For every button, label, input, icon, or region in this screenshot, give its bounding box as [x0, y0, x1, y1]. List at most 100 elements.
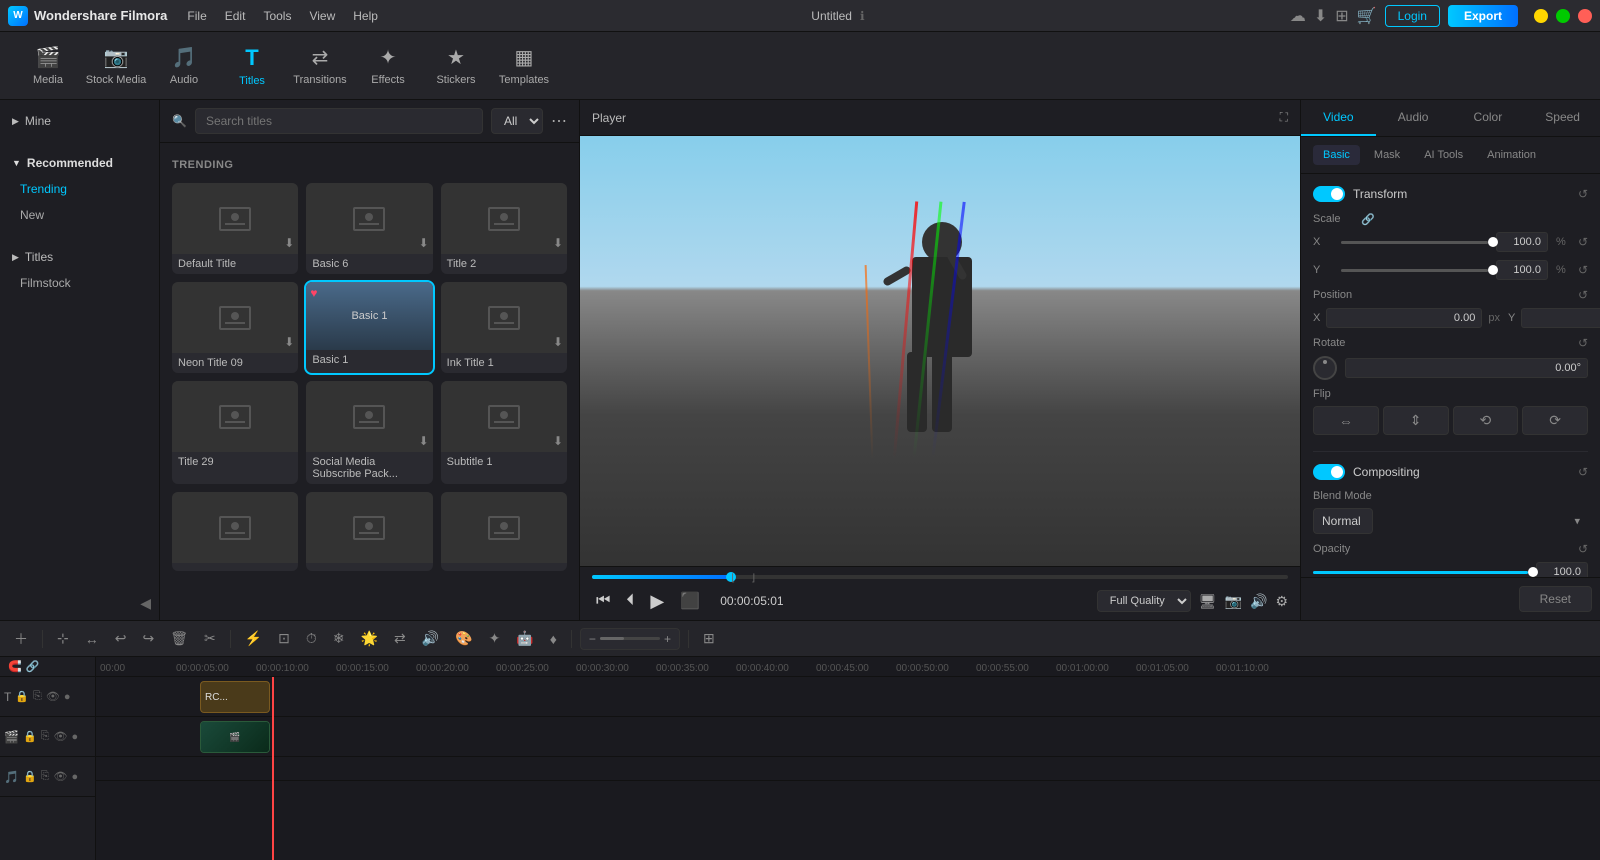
position-reset-icon[interactable]: ↺: [1578, 288, 1588, 302]
menu-tools[interactable]: Tools: [255, 7, 299, 25]
volume-icon[interactable]: 🔊: [1250, 593, 1267, 610]
opacity-value[interactable]: 100.0: [1536, 562, 1588, 577]
menu-file[interactable]: File: [179, 7, 214, 25]
title-card-neon-title-09[interactable]: ⬇ Neon Title 09: [172, 282, 298, 373]
title-card-default-title[interactable]: ⬇ Default Title: [172, 183, 298, 274]
toolbar-stickers[interactable]: ★ Stickers: [424, 38, 488, 94]
toolbar-stock-media[interactable]: 📷 Stock Media: [84, 38, 148, 94]
zoom-plus-icon[interactable]: +: [664, 632, 671, 646]
search-input[interactable]: [195, 108, 483, 134]
blend-mode-select[interactable]: Normal Multiply Screen Overlay: [1313, 508, 1373, 534]
tl-effect-button[interactable]: 🌟: [355, 626, 384, 651]
tl-undo-button[interactable]: ↩: [109, 626, 133, 651]
snap-icon[interactable]: 🧲: [8, 660, 22, 673]
tl-ripple-button[interactable]: ↔: [79, 627, 105, 651]
subtab-ai-tools[interactable]: AI Tools: [1414, 145, 1473, 165]
close-button[interactable]: [1578, 9, 1592, 23]
title-card-extra-2[interactable]: [306, 492, 432, 571]
tab-audio[interactable]: Audio: [1376, 100, 1451, 136]
sidebar-item-new[interactable]: New: [0, 202, 159, 228]
scale-x-value[interactable]: 100.0: [1496, 232, 1548, 252]
title-lock-icon[interactable]: 🔒: [15, 690, 29, 703]
stop-button[interactable]: ⬛: [676, 587, 704, 615]
rotate-reset-icon[interactable]: ↺: [1578, 336, 1588, 350]
sidebar-header-mine[interactable]: ▶ Mine: [0, 108, 159, 134]
maximize-button[interactable]: [1556, 9, 1570, 23]
scale-y-value[interactable]: 100.0: [1496, 260, 1548, 280]
toolbar-templates[interactable]: ▦ Templates: [492, 38, 556, 94]
title-card-extra-1[interactable]: [172, 492, 298, 571]
subtab-animation[interactable]: Animation: [1477, 145, 1546, 165]
title-eye-icon[interactable]: 👁: [46, 690, 60, 703]
export-button[interactable]: Export: [1448, 5, 1518, 27]
title-card-basic-6[interactable]: ⬇ Basic 6: [306, 183, 432, 274]
opacity-reset-icon[interactable]: ↺: [1578, 542, 1588, 556]
menu-edit[interactable]: Edit: [217, 7, 254, 25]
tl-crop-button[interactable]: ⊡: [272, 626, 296, 651]
toolbar-titles[interactable]: T Titles: [220, 38, 284, 94]
tl-cut-button[interactable]: ✂: [198, 626, 222, 651]
title-card-title-29[interactable]: Title 29: [172, 381, 298, 484]
title-card-title-2[interactable]: ⬇ Title 2: [441, 183, 567, 274]
minimize-button[interactable]: [1534, 9, 1548, 23]
tl-layout-button[interactable]: ⊞: [697, 626, 721, 651]
menu-help[interactable]: Help: [345, 7, 386, 25]
step-back-button[interactable]: ⏴: [622, 588, 638, 614]
tab-speed[interactable]: Speed: [1525, 100, 1600, 136]
subtab-basic[interactable]: Basic: [1313, 145, 1360, 165]
title-card-basic-1[interactable]: Basic 1 ♥ Basic 1: [306, 282, 432, 373]
sidebar-header-recommended[interactable]: ▼ Recommended: [0, 150, 159, 176]
collapse-sidebar-icon[interactable]: ◀: [140, 595, 151, 612]
audio-solo-icon[interactable]: ●: [71, 771, 78, 783]
flip-tl-button[interactable]: ⟲: [1453, 406, 1519, 435]
tl-select-button[interactable]: ⊹: [51, 626, 75, 651]
subtab-mask[interactable]: Mask: [1364, 145, 1410, 165]
transform-toggle[interactable]: [1313, 186, 1345, 202]
skip-back-button[interactable]: ⏮: [592, 588, 614, 614]
sidebar-item-filmstock[interactable]: Filmstock: [0, 270, 159, 296]
quality-select[interactable]: Full Quality: [1097, 590, 1191, 612]
toolbar-effects[interactable]: ✦ Effects: [356, 38, 420, 94]
clip-video[interactable]: 🎬: [200, 721, 270, 753]
audio-copy-icon[interactable]: ⎘: [41, 770, 50, 783]
tl-freeze-button[interactable]: ❄: [327, 626, 351, 651]
scale-lock-icon[interactable]: 🔗: [1361, 212, 1375, 226]
screenshot-icon[interactable]: 📷: [1225, 593, 1242, 610]
flip-v-button[interactable]: ⇕: [1383, 406, 1449, 435]
tl-transition-button[interactable]: ⇄: [388, 626, 412, 651]
zoom-minus-icon[interactable]: −: [589, 632, 596, 646]
pos-y-input[interactable]: [1521, 308, 1600, 328]
menu-view[interactable]: View: [301, 7, 343, 25]
scale-x-reset-icon[interactable]: ↺: [1578, 235, 1588, 249]
scale-y-slider[interactable]: [1341, 269, 1488, 272]
monitor-icon[interactable]: 🖥: [1199, 593, 1217, 610]
settings-icon[interactable]: ⚙: [1275, 593, 1288, 610]
video-copy-icon[interactable]: ⎘: [41, 730, 50, 743]
tl-delete-button[interactable]: 🗑: [164, 626, 194, 651]
filter-select[interactable]: All: [491, 108, 543, 134]
link-icon[interactable]: 🔗: [26, 660, 40, 673]
zoom-slider[interactable]: [600, 637, 660, 640]
title-card-extra-3[interactable]: [441, 492, 567, 571]
tl-audio-button[interactable]: 🔊: [416, 626, 445, 651]
tl-redo-button[interactable]: ↪: [136, 626, 160, 651]
play-button[interactable]: ▶: [646, 587, 668, 616]
video-solo-icon[interactable]: ●: [71, 731, 78, 743]
tl-add-track-button[interactable]: ＋: [8, 625, 34, 653]
compositing-reset-icon[interactable]: ↺: [1578, 465, 1588, 479]
rotate-dial[interactable]: [1313, 356, 1337, 380]
sidebar-item-trending[interactable]: Trending: [0, 176, 159, 202]
title-solo-icon[interactable]: ●: [64, 691, 71, 703]
tl-denoise-button[interactable]: ♦: [544, 627, 563, 651]
audio-lock-icon[interactable]: 🔒: [23, 770, 37, 783]
title-card-subtitle-1[interactable]: ⬇ Subtitle 1: [441, 381, 567, 484]
scale-y-reset-icon[interactable]: ↺: [1578, 263, 1588, 277]
flip-h-button[interactable]: ⇔: [1313, 406, 1379, 435]
video-lock-icon[interactable]: 🔒: [23, 730, 37, 743]
sidebar-header-titles[interactable]: ▶ Titles: [0, 244, 159, 270]
video-eye-icon[interactable]: 👁: [53, 730, 67, 743]
toolbar-media[interactable]: 🎬 Media: [16, 38, 80, 94]
clip-title[interactable]: RC...: [200, 681, 270, 713]
transform-reset-icon[interactable]: ↺: [1578, 187, 1588, 201]
tl-color-button[interactable]: 🎨: [449, 626, 478, 651]
